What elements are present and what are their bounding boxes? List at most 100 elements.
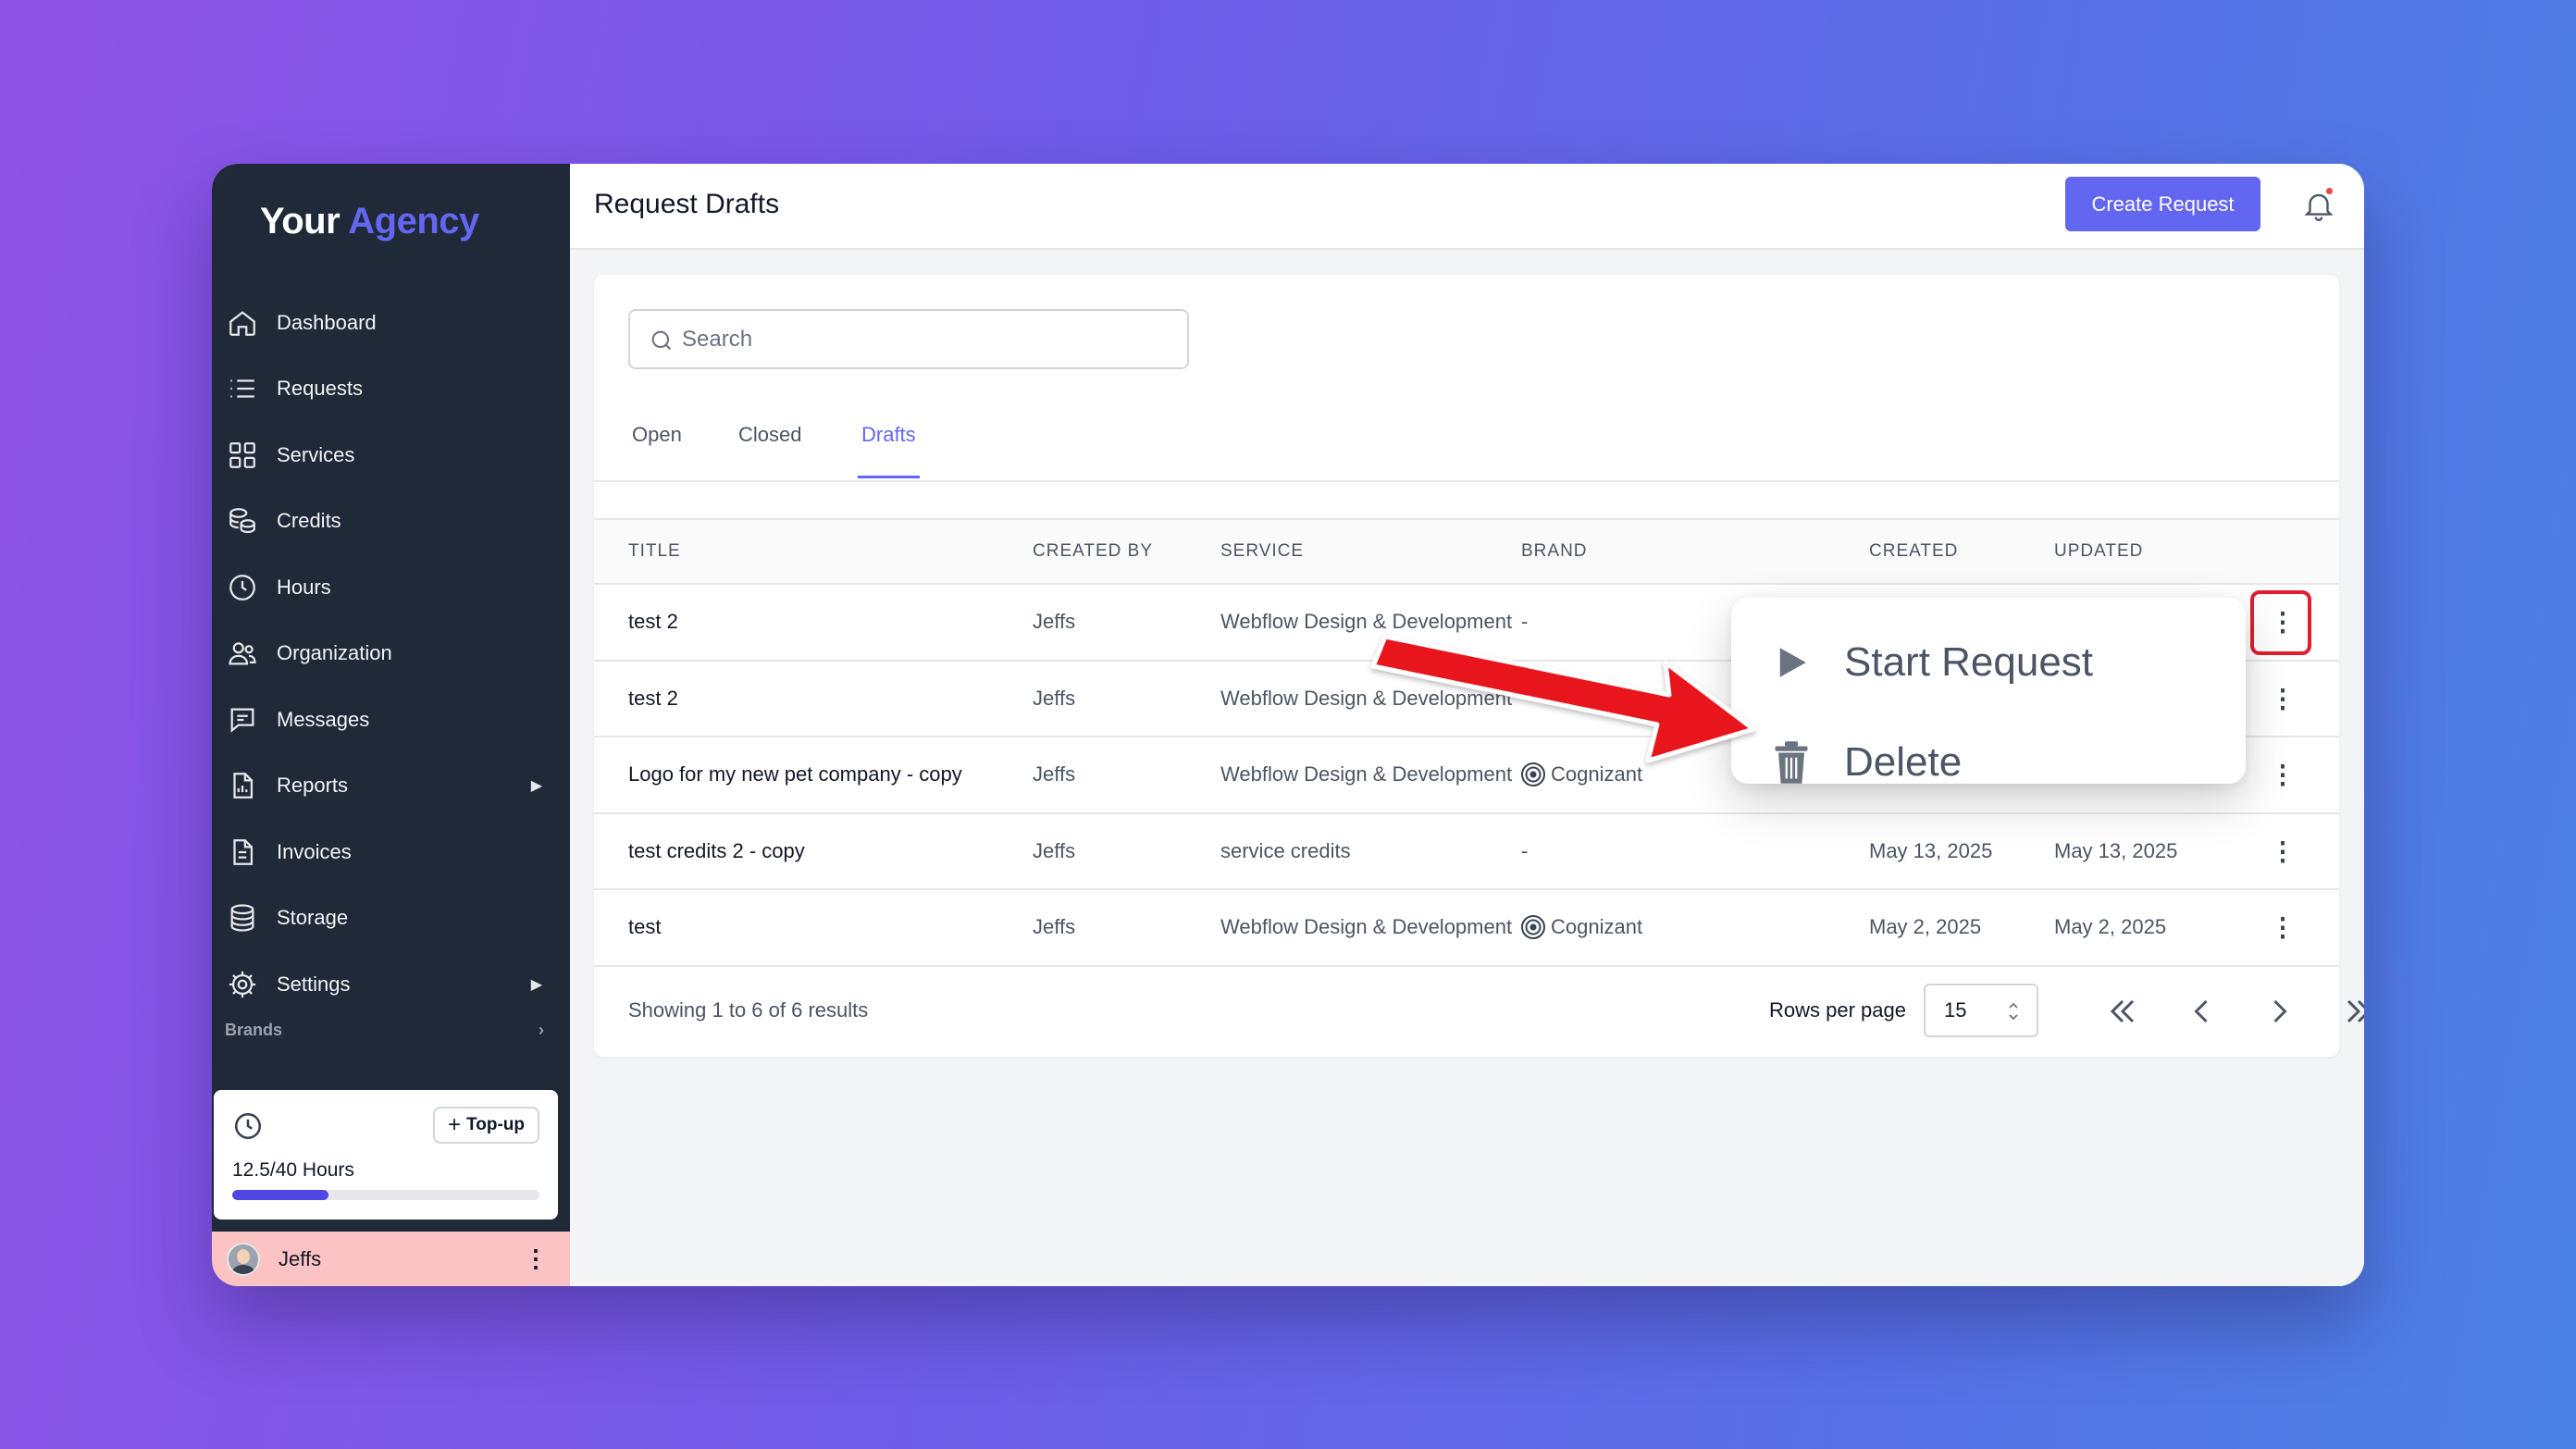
- home-icon: [229, 310, 255, 336]
- sidebar-item-label: Services: [277, 442, 355, 466]
- sidebar-item-credits[interactable]: Credits: [212, 489, 570, 555]
- column-header-service[interactable]: SERVICE: [1220, 541, 1304, 562]
- sidebar-item-storage[interactable]: Storage: [212, 886, 570, 952]
- notification-dot: [2326, 188, 2333, 194]
- column-header-created[interactable]: CREATED: [1869, 541, 1958, 562]
- sidebar-item-settings[interactable]: Settings ▶: [212, 951, 570, 1018]
- row-created-by: Jeffs: [1033, 838, 1076, 862]
- topup-label: Top-up: [466, 1115, 525, 1134]
- top-bar: Request Drafts Create Request: [570, 164, 2364, 250]
- avatar: [227, 1242, 260, 1276]
- user-profile-row[interactable]: Jeffs ⋮: [212, 1232, 570, 1286]
- message-icon: [230, 708, 254, 733]
- brand-name: Cognizant: [1551, 762, 1643, 786]
- menu-item-delete[interactable]: Delete: [1772, 735, 1962, 790]
- row-actions-button[interactable]: ⋮: [2270, 912, 2296, 943]
- database-icon: [230, 904, 254, 932]
- brands-label: Brands: [225, 1021, 283, 1039]
- topup-button[interactable]: + Top-up: [433, 1107, 539, 1144]
- brand-name: Cognizant: [1551, 915, 1643, 939]
- logo-text-accent: Agency: [348, 201, 479, 242]
- row-actions-button[interactable]: ⋮: [2270, 836, 2296, 866]
- brand-logo-icon: [1521, 915, 1545, 940]
- hours-progress-fill: [232, 1190, 328, 1200]
- sidebar-item-reports[interactable]: Reports ▶: [212, 753, 570, 820]
- prev-page-button[interactable]: [2181, 991, 2222, 1032]
- row-actions-button[interactable]: ⋮: [2270, 683, 2296, 713]
- logo-text-primary: Your: [260, 201, 341, 242]
- tab-closed[interactable]: Closed: [735, 423, 805, 478]
- rows-per-page-label: Rows per page: [1769, 998, 1906, 1022]
- first-page-button[interactable]: [2102, 991, 2143, 1032]
- row-updated: May 2, 2025: [2054, 915, 2167, 939]
- sidebar-item-messages[interactable]: Messages: [212, 687, 570, 753]
- hours-progress-bar: [232, 1190, 539, 1200]
- row-brand: -: [1521, 610, 1529, 634]
- user-menu-icon[interactable]: ⋮: [524, 1245, 548, 1273]
- row-service: Webflow Design & Development: [1220, 762, 1513, 786]
- sidebar-item-label: Reports: [277, 774, 349, 798]
- sidebar-item-requests[interactable]: Requests: [212, 356, 570, 423]
- row-created-by: Jeffs: [1033, 686, 1076, 710]
- page-title: Request Drafts: [594, 189, 780, 219]
- sidebar-item-services[interactable]: Services: [212, 422, 570, 489]
- logo[interactable]: Your Agency: [260, 201, 479, 242]
- notifications-button[interactable]: [2301, 188, 2336, 225]
- sidebar-item-hours[interactable]: Hours: [212, 554, 570, 621]
- sidebar-item-dashboard[interactable]: Dashboard: [212, 290, 570, 356]
- table-header: TITLE CREATED BY SERVICE BRAND CREATED U…: [594, 518, 2339, 585]
- sidebar-item-label: Messages: [277, 707, 370, 731]
- sidebar-brands-section[interactable]: Brands ›: [225, 1021, 544, 1040]
- tab-drafts[interactable]: Drafts: [858, 423, 920, 478]
- column-header-title[interactable]: TITLE: [628, 541, 681, 562]
- sidebar-item-label: Settings: [277, 972, 351, 996]
- table-footer: Showing 1 to 6 of 6 results Rows per pag…: [628, 984, 2364, 1039]
- create-request-button[interactable]: Create Request: [2065, 177, 2260, 231]
- menu-item-start-request[interactable]: Start Request: [1772, 635, 2093, 690]
- sidebar-item-label: Credits: [277, 509, 341, 533]
- last-page-button[interactable]: [2338, 991, 2364, 1032]
- table-row[interactable]: test credits 2 - copy Jeffs service cred…: [594, 814, 2339, 890]
- coins-icon: [229, 508, 255, 534]
- rows-per-page-select[interactable]: 15: [1924, 984, 2038, 1037]
- row-service: Webflow Design & Development: [1220, 915, 1513, 939]
- hours-usage-text: 12.5/40 Hours: [232, 1159, 354, 1181]
- sidebar-item-label: Storage: [277, 906, 349, 930]
- sidebar-item-label: Hours: [277, 575, 331, 599]
- row-title[interactable]: test 2: [628, 687, 678, 711]
- next-page-button[interactable]: [2260, 991, 2300, 1032]
- sidebar-item-invoices[interactable]: Invoices: [212, 819, 570, 886]
- row-title[interactable]: test 2: [628, 610, 678, 634]
- clock-icon: [234, 1112, 262, 1140]
- sidebar-item-organization[interactable]: Organization: [212, 621, 570, 687]
- invoice-icon: [233, 838, 254, 865]
- row-title[interactable]: test credits 2 - copy: [628, 839, 805, 863]
- row-created-by: Jeffs: [1033, 915, 1076, 939]
- row-title[interactable]: test: [628, 915, 661, 939]
- expand-caret-icon: ▶: [530, 976, 542, 993]
- column-header-created-by[interactable]: CREATED BY: [1033, 541, 1153, 562]
- row-actions-button[interactable]: ⋮: [2270, 760, 2296, 790]
- table-row[interactable]: test Jeffs Webflow Design & Development …: [594, 890, 2339, 967]
- sidebar: Your Agency Dashboard Requests Services …: [212, 164, 570, 1286]
- search-input[interactable]: Search: [628, 309, 1189, 369]
- grid-icon: [229, 441, 255, 468]
- tab-open[interactable]: Open: [628, 423, 686, 478]
- chevron-left-icon: [2194, 999, 2208, 1023]
- user-name: Jeffs: [279, 1246, 322, 1270]
- row-brand: Cognizant: [1521, 915, 1643, 940]
- row-created: May 2, 2025: [1869, 915, 1982, 939]
- results-count: Showing 1 to 6 of 6 results: [628, 998, 869, 1022]
- row-actions-menu: Start Request Delete: [1731, 598, 2246, 785]
- row-service: Webflow Design & Development: [1220, 686, 1513, 710]
- column-header-updated[interactable]: UPDATED: [2054, 541, 2143, 562]
- chevrons-right-icon: [2347, 999, 2364, 1023]
- rows-per-page-value: 15: [1944, 998, 1967, 1022]
- column-header-brand[interactable]: BRAND: [1521, 541, 1588, 562]
- brand-logo-icon: [1521, 762, 1545, 787]
- list-icon: [230, 379, 254, 398]
- row-title[interactable]: Logo for my new pet company - copy: [628, 762, 962, 786]
- sidebar-item-label: Requests: [277, 377, 363, 401]
- select-updown-icon: [2007, 998, 2020, 1026]
- search-icon: [651, 330, 672, 351]
